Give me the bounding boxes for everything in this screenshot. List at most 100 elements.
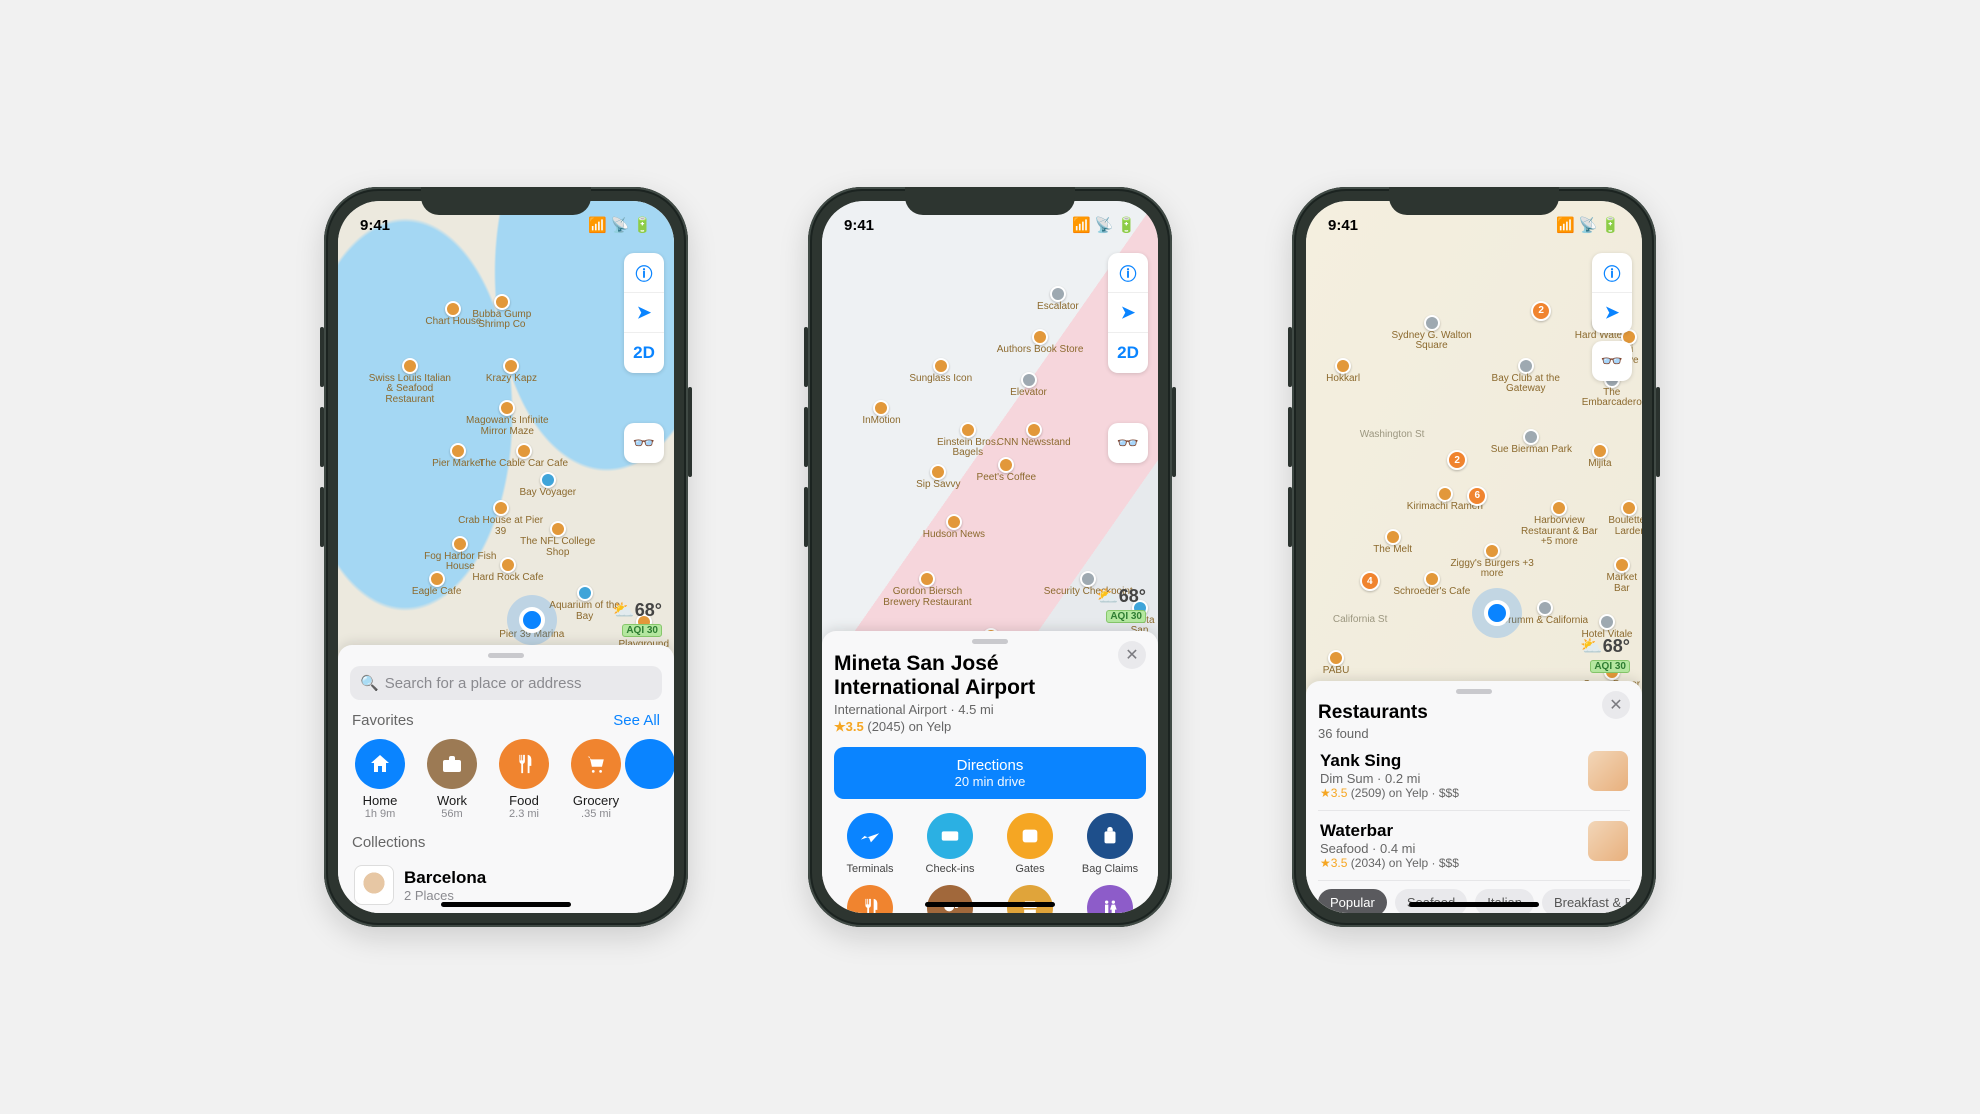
map-poi[interactable]: Elevator xyxy=(1010,372,1047,399)
search-sheet[interactable]: 🔍 Search for a place or address Favorite… xyxy=(338,645,674,913)
info-button[interactable]: ⓘ xyxy=(1108,253,1148,293)
map-poi-cluster[interactable]: 6 xyxy=(1467,486,1487,506)
map-poi-cluster[interactable]: 2 xyxy=(1447,450,1467,470)
action-check-ins[interactable]: Check-ins xyxy=(918,813,982,875)
action-drinks[interactable]: Drinks xyxy=(918,885,982,913)
map-poi[interactable]: Boulettes Larder xyxy=(1608,500,1642,537)
map-poi[interactable]: Escalator xyxy=(1037,286,1079,313)
directions-button[interactable]: Directions 20 min drive xyxy=(834,747,1146,799)
filter-popular[interactable]: Popular xyxy=(1318,889,1387,913)
sheet-grabber[interactable] xyxy=(972,639,1008,644)
map-poi[interactable]: Mijita xyxy=(1588,443,1611,470)
map-poi[interactable]: PABU xyxy=(1323,650,1350,677)
map-poi[interactable]: Bay Voyager xyxy=(519,472,576,499)
locate-button[interactable]: ➤ xyxy=(1592,293,1632,333)
map-poi[interactable]: The Cable Car Cafe xyxy=(479,443,568,470)
favorite-more[interactable] xyxy=(640,739,660,820)
filter-seafood[interactable]: Seafood xyxy=(1395,889,1467,913)
action-shops[interactable]: Shops xyxy=(998,885,1062,913)
aqi-badge: AQI 30 xyxy=(1590,660,1630,673)
map-poi[interactable]: Hard Rock Cafe xyxy=(472,557,543,584)
filter-italian[interactable]: Italian xyxy=(1475,889,1534,913)
map-poi[interactable]: Hokkarl xyxy=(1326,358,1360,385)
search-placeholder: Search for a place or address xyxy=(385,675,582,692)
gate-icon xyxy=(1007,813,1053,859)
result-thumb xyxy=(1588,751,1628,791)
action-food[interactable]: Food xyxy=(838,885,902,913)
look-around-button[interactable]: 👓 xyxy=(1592,341,1632,381)
action-terminals[interactable]: Terminals xyxy=(838,813,902,875)
map-poi[interactable]: Magowan's Infinite Mirror Maze xyxy=(462,400,552,437)
see-all-link[interactable]: See All xyxy=(613,712,660,729)
map-poi[interactable]: InMotion xyxy=(862,400,900,427)
locate-button[interactable]: ➤ xyxy=(1108,293,1148,333)
action-bag claims[interactable]: Bag Claims xyxy=(1078,813,1142,875)
favorite-work[interactable]: Work 56m xyxy=(424,739,480,820)
favorite-food[interactable]: Food 2.3 mi xyxy=(496,739,552,820)
screen: 9:41 📶 📡 🔋 Escalator Authors Book Store … xyxy=(822,201,1158,913)
map-poi[interactable]: Pier Market xyxy=(432,443,483,470)
map-poi[interactable]: The NFL College Shop xyxy=(513,521,603,558)
map-poi[interactable]: Harborview Restaurant & Bar +5 more xyxy=(1514,500,1604,548)
filter-breakfast-brunch[interactable]: Breakfast & Brunch xyxy=(1542,889,1630,913)
map-poi[interactable]: Bay Club at the Gateway xyxy=(1481,358,1571,395)
map-poi[interactable]: Peet's Coffee xyxy=(977,457,1037,484)
map-poi[interactable]: Sunglass Icon xyxy=(909,358,972,385)
map-poi[interactable]: Sip Savvy xyxy=(916,464,960,491)
signal-icon: 📶 xyxy=(1072,216,1091,234)
shop-icon xyxy=(1007,885,1053,913)
map-poi-cluster[interactable]: 2 xyxy=(1531,301,1551,321)
locate-button[interactable]: ➤ xyxy=(624,293,664,333)
home-indicator[interactable] xyxy=(441,902,571,907)
view-mode-button[interactable]: 2D xyxy=(624,333,664,373)
home-indicator[interactable] xyxy=(925,902,1055,907)
place-sheet[interactable]: ✕ Mineta San José International Airport … xyxy=(822,631,1158,913)
search-field[interactable]: 🔍 Search for a place or address xyxy=(350,666,662,700)
map-poi-cluster[interactable]: 4 xyxy=(1360,571,1380,591)
map-poi[interactable]: Krazy Kapz xyxy=(486,358,537,385)
map-poi[interactable]: Chart House xyxy=(425,301,481,328)
map-poi[interactable]: The Melt xyxy=(1373,529,1412,556)
favorite-grocery[interactable]: Grocery .35 mi xyxy=(568,739,624,820)
result-item[interactable]: Yank Sing Dim Sum · 0.2 mi ★3.5 (2509) o… xyxy=(1318,741,1630,811)
fork-icon xyxy=(499,739,549,789)
map-poi[interactable]: Fog Harbor Fish House xyxy=(415,536,505,573)
sheet-grabber[interactable] xyxy=(1456,689,1492,694)
results-sheet[interactable]: ✕ Restaurants 36 found Yank Sing Dim Sum… xyxy=(1306,681,1642,913)
info-button[interactable]: ⓘ xyxy=(624,253,664,293)
map-poi[interactable]: Kirimachi Ramen xyxy=(1407,486,1483,513)
map-poi[interactable]: Schroeder's Cafe xyxy=(1393,571,1470,598)
map-poi[interactable]: Sydney G. Walton Square xyxy=(1387,315,1477,352)
bag-icon xyxy=(1087,813,1133,859)
map-poi[interactable]: Bubba GumpShrimp Co xyxy=(472,294,531,331)
map-poi[interactable]: Hudson News xyxy=(923,514,985,541)
sheet-grabber[interactable] xyxy=(488,653,524,658)
map-poi[interactable]: Gordon Biersch Brewery Restaurant xyxy=(882,571,972,608)
map-poi[interactable]: Swiss Louis Italian & Seafood Restaurant xyxy=(365,358,455,406)
map-controls: ⓘ ➤ 2D xyxy=(624,253,664,373)
screen: 9:41 📶 📡 🔋 Sydney G. Walton Square Hard … xyxy=(1306,201,1642,913)
look-around-button[interactable]: 👓 xyxy=(1108,423,1148,463)
map-poi[interactable]: Ziggy's Burgers +3 more xyxy=(1447,543,1537,580)
map-poi[interactable]: Sue Bierman Park xyxy=(1491,429,1572,456)
cart-icon xyxy=(571,739,621,789)
map-poi[interactable]: Einstein Bros. Bagels xyxy=(923,422,1013,459)
close-button[interactable]: ✕ xyxy=(1118,641,1146,669)
action-gates[interactable]: Gates xyxy=(998,813,1062,875)
favorite-home[interactable]: Home 1h 9m xyxy=(352,739,408,820)
aqi-badge: AQI 30 xyxy=(622,624,662,637)
action-restrooms[interactable]: Restrooms xyxy=(1078,885,1142,913)
map-poi[interactable]: Drumm & California xyxy=(1501,600,1588,627)
result-item[interactable]: Waterbar Seafood · 0.4 mi ★3.5 (2034) on… xyxy=(1318,811,1630,881)
info-button[interactable]: ⓘ xyxy=(1592,253,1632,293)
look-around-button[interactable]: 👓 xyxy=(624,423,664,463)
map-poi[interactable]: Eagle Cafe xyxy=(412,571,461,598)
map-poi[interactable]: Crab House at Pier 39 xyxy=(456,500,546,537)
place-subtitle: International Airport · 4.5 mi xyxy=(834,702,1146,717)
view-mode-button[interactable]: 2D xyxy=(1108,333,1148,373)
map-poi[interactable]: Authors Book Store xyxy=(997,329,1084,356)
map-poi[interactable]: Market Bar xyxy=(1602,557,1642,594)
close-button[interactable]: ✕ xyxy=(1602,691,1630,719)
home-indicator[interactable] xyxy=(1409,902,1539,907)
map-poi[interactable]: CNN Newsstand xyxy=(997,422,1071,449)
